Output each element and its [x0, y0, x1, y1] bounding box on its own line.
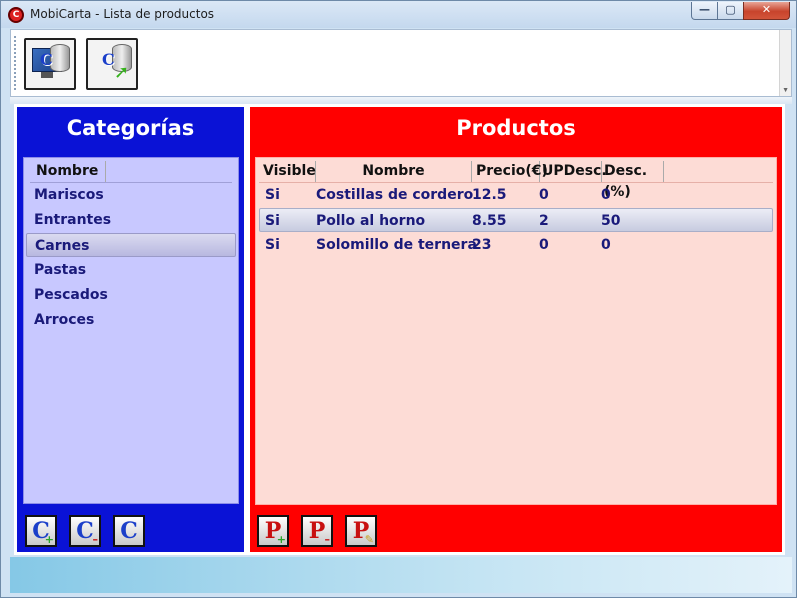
title-bar[interactable]: C MobiCarta - Lista de productos — ▢ ✕	[1, 1, 796, 28]
remove-category-button[interactable]: C –	[69, 515, 101, 547]
products-actions: P + P – P ✎	[250, 508, 782, 552]
category-item-pescados[interactable]: Pescados	[26, 283, 236, 307]
products-title: Productos	[456, 116, 576, 140]
categories-list-header: Nombre	[30, 161, 106, 182]
category-item-pastas[interactable]: Pastas	[26, 258, 236, 282]
edit-category-button[interactable]: C	[113, 515, 145, 547]
add-category-button[interactable]: C +	[25, 515, 57, 547]
pencil-icon: ✎	[364, 533, 374, 546]
categories-title: Categorías	[66, 116, 195, 140]
app-logo-icon: C	[8, 7, 24, 23]
remove-product-button[interactable]: P –	[301, 515, 333, 547]
status-bar	[10, 557, 792, 593]
cell-updesc: 2	[539, 213, 549, 229]
plus-icon: +	[276, 533, 286, 546]
column-header-nombre[interactable]: Nombre	[316, 161, 472, 182]
column-header-updesc[interactable]: UPDesc.	[540, 161, 607, 182]
toolbar: C C ➚ ▼	[10, 29, 792, 97]
cell-desc: 0	[601, 187, 611, 203]
cell-desc: 50	[601, 213, 621, 229]
minus-icon: –	[324, 533, 331, 546]
category-item-carnes[interactable]: Carnes	[26, 233, 236, 257]
toolbar-grip[interactable]	[14, 36, 18, 90]
categories-list[interactable]: Nombre Mariscos Entrantes Carnes Pastas …	[23, 157, 239, 504]
minus-icon: –	[92, 533, 99, 546]
window-title: MobiCarta - Lista de productos	[30, 7, 215, 21]
minimize-button[interactable]: —	[691, 2, 718, 20]
cell-visible: Si	[265, 213, 280, 229]
plus-icon: +	[44, 533, 54, 546]
cell-name: Solomillo de ternera	[316, 237, 477, 253]
column-header-nombre[interactable]: Nombre	[30, 161, 106, 182]
products-table[interactable]: Visible Nombre Precio(€) UPDesc. Desc.(%…	[255, 157, 777, 505]
categories-actions: C + C – C	[17, 508, 244, 552]
column-header-desc[interactable]: Desc.(%)	[602, 161, 664, 200]
categories-panel: Categorías Nombre Mariscos Entrantes Car…	[14, 104, 247, 555]
toolbar-scrollbar[interactable]: ▼	[779, 30, 791, 96]
cell-visible: Si	[265, 237, 280, 253]
column-header-visible[interactable]: Visible	[259, 161, 316, 182]
cell-price: 12.5	[472, 187, 507, 203]
edit-product-button[interactable]: P ✎	[345, 515, 377, 547]
chevron-down-icon[interactable]: ▼	[782, 87, 789, 94]
arrow-icon: ➚	[114, 62, 130, 83]
cell-visible: Si	[265, 187, 280, 203]
upload-database-button[interactable]: C ➚	[86, 38, 138, 90]
products-table-header: Visible Nombre Precio(€) UPDesc. Desc.(%…	[259, 161, 664, 200]
maximize-button[interactable]: ▢	[717, 2, 744, 20]
category-item-entrantes[interactable]: Entrantes	[26, 208, 236, 232]
database-icon	[50, 44, 70, 72]
products-panel: Productos Visible Nombre Precio(€) UPDes…	[247, 104, 785, 555]
app-window: C MobiCarta - Lista de productos — ▢ ✕ C…	[0, 0, 797, 598]
cell-name: Costillas de cordero	[316, 187, 474, 203]
table-row[interactable]: Si Costillas de cordero 12.5 0 0	[259, 183, 773, 207]
cell-name: Pollo al horno	[316, 213, 426, 229]
cell-updesc: 0	[539, 187, 549, 203]
category-item-mariscos[interactable]: Mariscos	[26, 183, 236, 207]
cell-price: 8.55	[472, 213, 507, 229]
close-button[interactable]: ✕	[743, 2, 790, 20]
table-row[interactable]: Si Pollo al horno 8.55 2 50	[259, 208, 773, 232]
table-row[interactable]: Si Solomillo de ternera 23 0 0	[259, 233, 773, 257]
cell-updesc: 0	[539, 237, 549, 253]
sync-to-device-button[interactable]: C	[24, 38, 76, 90]
category-item-arroces[interactable]: Arroces	[26, 308, 236, 332]
cell-price: 23	[472, 237, 492, 253]
add-product-button[interactable]: P +	[257, 515, 289, 547]
cell-desc: 0	[601, 237, 611, 253]
column-header-precio[interactable]: Precio(€)	[472, 161, 548, 182]
